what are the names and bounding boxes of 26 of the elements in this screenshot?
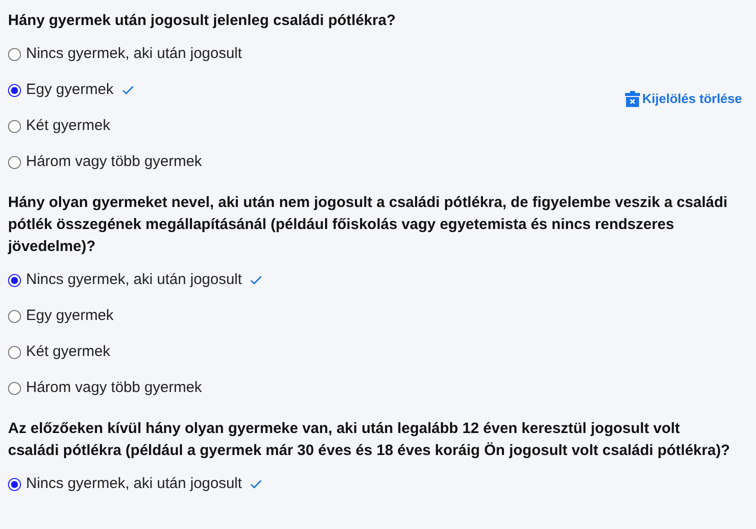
- radio-button[interactable]: [8, 478, 21, 490]
- radio-button[interactable]: [8, 274, 21, 286]
- radio-button[interactable]: [8, 84, 21, 96]
- option-label[interactable]: Nincs gyermek, aki után jogosult: [26, 42, 242, 66]
- option-label[interactable]: Egy gyermek: [26, 304, 114, 328]
- radio-button[interactable]: [8, 120, 21, 132]
- question-text: Az előzőeken kívül hány olyan gyermeke van, aki után legalább 12 éven keresztül jogosult volt családi pótlékra (például a gyermek már 30 éves és 18 éves koráig Ön jogosult volt családi pótlékra)?: [8, 419, 731, 461]
- check-icon: [250, 275, 262, 285]
- trash-icon: [625, 91, 640, 107]
- radio-button[interactable]: [8, 156, 21, 168]
- option-label[interactable]: Két gyermek: [26, 114, 110, 138]
- option-label[interactable]: Nincs gyermek, aki után jogosult: [26, 472, 242, 496]
- radio-button[interactable]: [8, 310, 21, 322]
- radio-button[interactable]: [8, 48, 21, 60]
- option-label[interactable]: Három vagy több gyermek: [26, 376, 202, 400]
- question-text: Hány olyan gyermeket nevel, aki után nem jogosult a családi pótlékra, de figyelembe veszik a családi pótlék összegének megállapításánál (például főiskolás vagy egyetemista és nincs rendszeres jövedelme)?: [8, 193, 728, 257]
- option-label[interactable]: Három vagy több gyermek: [26, 150, 202, 174]
- question-text: Hány gyermek után jogosult jelenleg családi pótlékra?: [8, 11, 397, 31]
- option-label[interactable]: Két gyermek: [26, 340, 110, 364]
- clear-selection-button[interactable]: Kijelölés törlése: [625, 89, 742, 109]
- check-icon: [250, 479, 262, 489]
- check-icon: [122, 85, 134, 95]
- radio-button[interactable]: [8, 382, 21, 394]
- radio-button[interactable]: [8, 346, 21, 358]
- option-label[interactable]: Egy gyermek: [26, 78, 114, 102]
- option-label[interactable]: Nincs gyermek, aki után jogosult: [26, 268, 242, 292]
